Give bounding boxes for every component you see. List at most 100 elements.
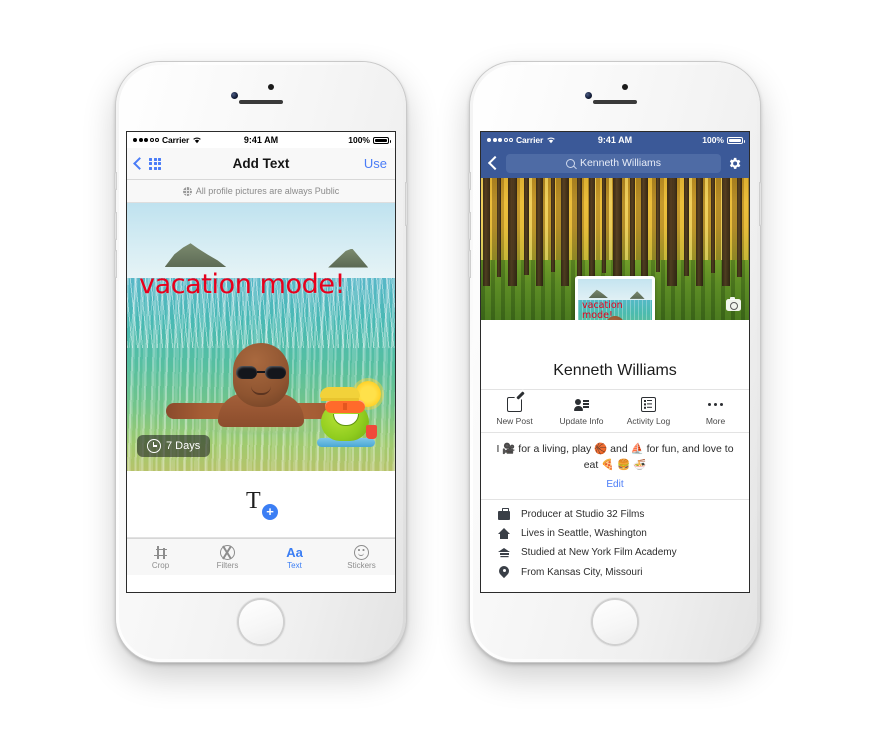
cover-photo[interactable]: vacation mode! 7 — [481, 178, 749, 320]
globe-icon — [182, 186, 192, 196]
expiry-badge-label: 7 Days — [166, 440, 201, 452]
chevron-left-icon[interactable] — [487, 155, 503, 171]
graduation-cap-icon — [497, 547, 511, 557]
status-bar-right-group: 100% — [702, 135, 745, 145]
tab-filters-label: Filters — [216, 560, 239, 570]
earpiece-speaker-left — [239, 100, 283, 104]
volume-up-button-right[interactable] — [468, 212, 471, 240]
signal-strength-icon — [133, 138, 159, 142]
tab-text-label: Text — [287, 560, 302, 570]
info-row-education[interactable]: Studied at New York Film Academy — [481, 543, 749, 562]
proximity-sensor-right — [622, 84, 628, 90]
search-value: Kenneth Williams — [579, 157, 662, 169]
filters-icon — [220, 544, 235, 560]
battery-percent-label: 100% — [348, 135, 370, 145]
clock-icon — [147, 439, 161, 453]
carrier-label: Carrier — [162, 135, 190, 145]
silent-switch-right[interactable] — [468, 172, 471, 190]
front-camera-left — [231, 92, 238, 99]
tab-stickers[interactable]: Stickers — [328, 539, 395, 575]
profile-name: Kenneth Williams — [481, 362, 749, 390]
info-row-lives-in[interactable]: Lives in Seattle, Washington — [481, 524, 749, 543]
iphone-device-right: Carrier 9:41 AM 100% Kenneth Williams va… — [468, 62, 762, 662]
info-row-work[interactable]: Producer at Studio 32 Films — [481, 505, 749, 524]
wifi-icon — [193, 137, 201, 144]
tab-text[interactable]: Aa Text — [261, 539, 328, 575]
home-icon — [497, 527, 511, 539]
iphone-device-left: Carrier 9:41 AM 100% Add Text Use All pr… — [114, 62, 408, 662]
grid-icon[interactable] — [149, 157, 161, 170]
use-button[interactable]: Use — [364, 156, 387, 171]
status-bar-left-group-right: Carrier — [487, 135, 556, 145]
location-pin-icon — [497, 566, 511, 579]
signal-strength-icon — [487, 138, 513, 142]
tab-crop[interactable]: Crop — [127, 539, 194, 575]
aa-glyph: Aa — [286, 544, 303, 560]
volume-down-button-left[interactable] — [114, 250, 117, 278]
text-glyph: T — [246, 488, 261, 514]
wifi-icon — [547, 137, 555, 144]
photo-editor-canvas[interactable]: vacation mode! 7 Days — [127, 203, 395, 471]
info-row-hometown-label: From Kansas City, Missouri — [521, 566, 643, 578]
action-more-label: More — [705, 416, 726, 426]
search-icon — [565, 158, 575, 168]
battery-icon — [727, 136, 745, 144]
carrier-label: Carrier — [516, 135, 544, 145]
add-text-area[interactable]: T + — [127, 471, 395, 538]
compose-icon — [507, 397, 522, 412]
profile-picture-image: vacation mode! 7 — [578, 279, 652, 320]
privacy-notice: All profile pictures are always Public — [127, 180, 395, 203]
volume-down-button-right[interactable] — [468, 250, 471, 278]
battery-percent-label: 100% — [702, 135, 724, 145]
action-activity-log-label: Activity Log — [626, 416, 671, 426]
briefcase-icon — [497, 507, 511, 520]
page-title: Add Text — [232, 156, 290, 171]
overlay-text[interactable]: vacation mode! — [139, 271, 387, 298]
volume-up-button-left[interactable] — [114, 212, 117, 240]
action-new-post[interactable]: New Post — [481, 397, 548, 426]
proximity-sensor-left — [268, 84, 274, 90]
action-activity-log[interactable]: Activity Log — [615, 397, 682, 426]
search-input[interactable]: Kenneth Williams — [506, 153, 721, 173]
crop-icon — [154, 545, 167, 560]
person-in-water-thumb — [585, 311, 645, 320]
camera-icon[interactable] — [726, 297, 741, 311]
profile-picture[interactable]: vacation mode! 7 — [575, 276, 655, 320]
info-row-education-label: Studied at New York Film Academy — [521, 546, 677, 558]
privacy-notice-label: All profile pictures are always Public — [195, 186, 340, 196]
editor-tab-bar: Crop Filters Aa Text Stickers — [127, 538, 395, 575]
info-row-hometown[interactable]: From Kansas City, Missouri — [481, 562, 749, 583]
front-camera-right — [585, 92, 592, 99]
facebook-navigation-bar: Kenneth Williams — [481, 148, 749, 178]
action-update-info[interactable]: Update Info — [548, 397, 615, 426]
navigation-bar-left: Add Text Use — [127, 148, 395, 180]
home-button-left[interactable] — [237, 598, 285, 646]
gear-icon[interactable] — [727, 156, 742, 171]
power-button-right[interactable] — [759, 182, 762, 226]
bio-edit-link[interactable]: Edit — [481, 474, 749, 500]
info-row-lives-in-label: Lives in Seattle, Washington — [521, 527, 647, 539]
sunglasses — [236, 366, 286, 379]
frog-sunglasses-sticker[interactable] — [317, 381, 381, 447]
status-bar-right: Carrier 9:41 AM 100% — [481, 132, 749, 148]
nav-left-group[interactable] — [133, 157, 161, 170]
profile-bio: I 🎥 for a living, play 🏀 and ⛵ for fun, … — [496, 443, 734, 471]
power-button-left[interactable] — [405, 182, 408, 226]
expiry-badge: 7 Days — [137, 435, 211, 457]
tab-filters[interactable]: Filters — [194, 539, 261, 575]
text-aa-icon: Aa — [286, 545, 303, 560]
earpiece-speaker-right — [593, 100, 637, 104]
home-button-right[interactable] — [591, 598, 639, 646]
silent-switch-left[interactable] — [114, 172, 117, 190]
add-text-icon[interactable]: T + — [246, 488, 278, 520]
profile-info-list: Producer at Studio 32 Films Lives in Sea… — [481, 500, 749, 583]
chevron-left-icon[interactable] — [133, 157, 146, 170]
tab-stickers-label: Stickers — [347, 560, 376, 570]
plus-badge-icon: + — [262, 504, 278, 520]
screenshot-stage: Carrier 9:41 AM 100% Add Text Use All pr… — [0, 0, 890, 742]
battery-icon — [373, 136, 391, 144]
action-more[interactable]: More — [682, 397, 749, 426]
info-row-work-label: Producer at Studio 32 Films — [521, 508, 645, 520]
screen-left: Carrier 9:41 AM 100% Add Text Use All pr… — [127, 132, 395, 592]
more-dots-icon — [707, 397, 724, 412]
